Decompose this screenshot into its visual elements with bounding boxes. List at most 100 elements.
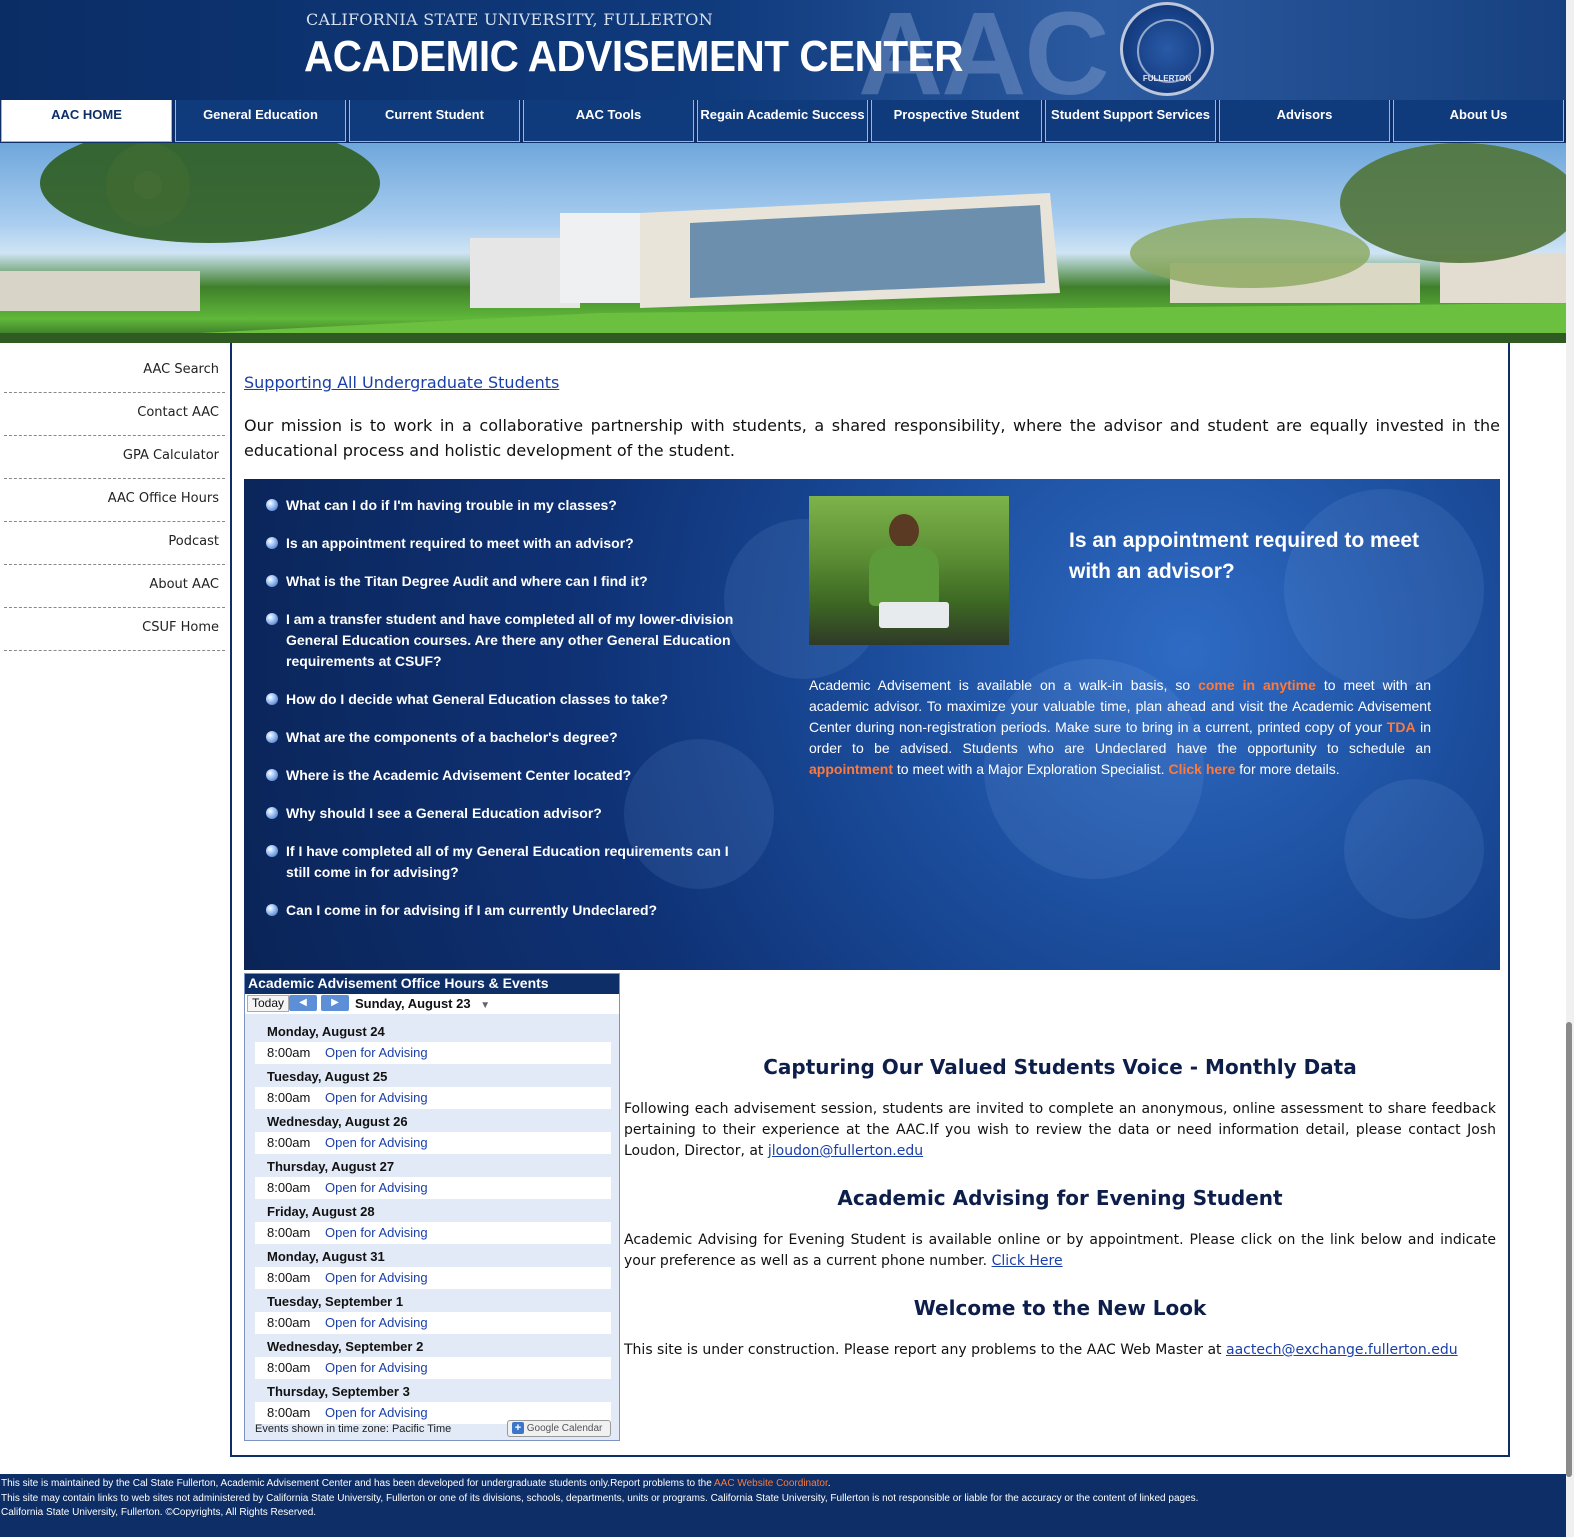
nav-tab-prospective-student[interactable]: Prospective Student (871, 100, 1042, 142)
faq-question-text: Can I come in for advising if I am curre… (286, 902, 658, 918)
faq-question[interactable]: Is an appointment required to meet with … (266, 533, 746, 554)
sidebar-item-about-aac[interactable]: About AAC (4, 565, 225, 608)
prev-arrow-icon[interactable]: ◀ (289, 995, 317, 1011)
event-title[interactable]: Open for Advising (325, 1180, 428, 1195)
faq-question[interactable]: How do I decide what General Education c… (266, 689, 746, 710)
sidebar-item-csuf-home[interactable]: CSUF Home (4, 608, 225, 651)
director-email-link[interactable]: jloudon@fullerton.edu (768, 1143, 923, 1159)
event-time: 8:00am (267, 1270, 311, 1285)
agenda-event[interactable]: 8:00am Open for Advising (255, 1312, 611, 1334)
faq-question-text: How do I decide what General Education c… (286, 691, 668, 707)
faq-question[interactable]: I am a transfer student and have complet… (266, 609, 746, 672)
evening-click-here-link[interactable]: Click Here (992, 1253, 1063, 1269)
webmaster-email-link[interactable]: aactech@exchange.fullerton.edu (1226, 1342, 1458, 1358)
nav-tab-aac-tools[interactable]: AAC Tools (523, 100, 694, 142)
nav-tab-regain-academic-success[interactable]: Regain Academic Success (697, 100, 868, 142)
bullet-icon (266, 769, 278, 781)
sidebar-item-office-hours[interactable]: AAC Office Hours (4, 479, 225, 522)
event-time: 8:00am (267, 1360, 311, 1375)
google-calendar-button[interactable]: + Google Calendar (507, 1420, 611, 1437)
bullet-icon (266, 575, 278, 587)
scrollbar-thumb[interactable] (1566, 1022, 1572, 1477)
agenda-day: Friday, August 28 8:00am Open for Advising (255, 1200, 611, 1245)
seal-text: FULLERTON (1142, 74, 1192, 83)
agenda-event[interactable]: 8:00am Open for Advising (255, 1087, 611, 1109)
info-sections: Capturing Our Valued Students Voice - Mo… (624, 1055, 1496, 1385)
page-scrollbar[interactable] (1566, 0, 1574, 1537)
event-title[interactable]: Open for Advising (325, 1315, 428, 1330)
bullet-icon (266, 613, 278, 625)
sidebar-item-aac-search[interactable]: AAC Search (4, 350, 225, 393)
faq-question-text: Why should I see a General Education adv… (286, 805, 602, 821)
students-voice-text: Following each advisement session, stude… (624, 1101, 1496, 1159)
bullet-icon (266, 904, 278, 916)
tda-link[interactable]: TDA (1387, 719, 1416, 735)
today-button[interactable]: Today (247, 995, 290, 1012)
evening-advising-title: Academic Advising for Evening Student (837, 1186, 1283, 1210)
footer-text: . (827, 1478, 831, 1489)
agenda-event[interactable]: 8:00am Open for Advising (255, 1357, 611, 1379)
event-title[interactable]: Open for Advising (325, 1135, 428, 1150)
agenda-event[interactable]: 8:00am Open for Advising (255, 1177, 611, 1199)
campus-banner-art (0, 143, 1574, 343)
evening-advising-body: Academic Advising for Evening Student is… (624, 1230, 1496, 1272)
event-title[interactable]: Open for Advising (325, 1270, 428, 1285)
calendar-date-picker[interactable]: Sunday, August 23 ▼ (355, 996, 490, 1011)
event-time: 8:00am (267, 1225, 311, 1240)
nav-tab-advisors[interactable]: Advisors (1219, 100, 1390, 142)
event-title[interactable]: Open for Advising (325, 1045, 428, 1060)
main-content: Supporting All Undergraduate Students Ou… (230, 343, 1510, 1457)
faq-question[interactable]: Where is the Academic Advisement Center … (266, 765, 746, 786)
faq-question[interactable]: What can I do if I'm having trouble in m… (266, 495, 746, 516)
agenda-event[interactable]: 8:00am Open for Advising (255, 1132, 611, 1154)
bullet-icon (266, 807, 278, 819)
timezone-note: Events shown in time zone: Pacific Time (255, 1423, 452, 1435)
calendar-footer: Events shown in time zone: Pacific Time … (245, 1418, 619, 1440)
agenda-event[interactable]: 8:00am Open for Advising (255, 1042, 611, 1064)
faq-question[interactable]: Why should I see a General Education adv… (266, 803, 746, 824)
event-time: 8:00am (267, 1135, 311, 1150)
site-footer: This site is maintained by the Cal State… (0, 1474, 1574, 1537)
nav-tab-general-education[interactable]: General Education (175, 100, 346, 142)
sidebar-item-gpa-calculator[interactable]: GPA Calculator (4, 436, 225, 479)
nav-tab-student-support-services[interactable]: Student Support Services (1045, 100, 1216, 142)
faq-answer-title: Is an appointment required to meet with … (1069, 529, 1420, 583)
new-look-body: This site is under construction. Please … (624, 1340, 1496, 1361)
sidebar-item-podcast[interactable]: Podcast (4, 522, 225, 565)
event-time: 8:00am (267, 1090, 311, 1105)
faq-list: What can I do if I'm having trouble in m… (266, 495, 746, 938)
event-title[interactable]: Open for Advising (325, 1225, 428, 1240)
agenda-day-label: Tuesday, August 25 (267, 1069, 388, 1084)
faq-question-text: I am a transfer student and have complet… (286, 611, 734, 669)
faq-question[interactable]: Can I come in for advising if I am curre… (266, 900, 746, 921)
nav-tab-about-us[interactable]: About Us (1393, 100, 1564, 142)
click-here-link[interactable]: Click here (1168, 761, 1235, 777)
chevron-down-icon: ▼ (480, 1000, 491, 1011)
sidebar-item-contact-aac[interactable]: Contact AAC (4, 393, 225, 436)
appointment-link[interactable]: appointment (809, 761, 893, 777)
event-title[interactable]: Open for Advising (325, 1090, 428, 1105)
faq-answer-text: Academic Advisement is available on a wa… (809, 675, 1431, 780)
event-title[interactable]: Open for Advising (325, 1360, 428, 1375)
faq-question[interactable]: If I have completed all of my General Ed… (266, 841, 746, 883)
nav-tab-aac-home[interactable]: AAC HOME (1, 100, 172, 142)
faq-question[interactable]: What are the components of a bachelor's … (266, 727, 746, 748)
faq-question-text: What are the components of a bachelor's … (286, 729, 618, 745)
faq-answer-part: for more details. (1235, 761, 1340, 777)
bullet-icon (266, 537, 278, 549)
faq-question-text: If I have completed all of my General Ed… (286, 843, 729, 880)
site-header: AAC CALIFORNIA STATE UNIVERSITY, FULLERT… (0, 0, 1574, 100)
faq-answer-part: Academic Advisement is available on a wa… (809, 677, 1199, 693)
student-photo (809, 496, 1009, 645)
next-arrow-icon[interactable]: ▶ (321, 995, 349, 1011)
faq-question-text: What is the Titan Degree Audit and where… (286, 573, 648, 589)
agenda-event[interactable]: 8:00am Open for Advising (255, 1267, 611, 1289)
agenda-event[interactable]: 8:00am Open for Advising (255, 1222, 611, 1244)
event-time: 8:00am (267, 1315, 311, 1330)
support-link[interactable]: Supporting All Undergraduate Students (244, 373, 559, 392)
come-in-anytime-link[interactable]: come in anytime (1198, 677, 1316, 693)
nav-tab-current-student[interactable]: Current Student (349, 100, 520, 142)
agenda-day-label: Wednesday, September 2 (267, 1339, 424, 1354)
website-coordinator-link[interactable]: AAC Website Coordinator (714, 1478, 828, 1489)
faq-question[interactable]: What is the Titan Degree Audit and where… (266, 571, 746, 592)
